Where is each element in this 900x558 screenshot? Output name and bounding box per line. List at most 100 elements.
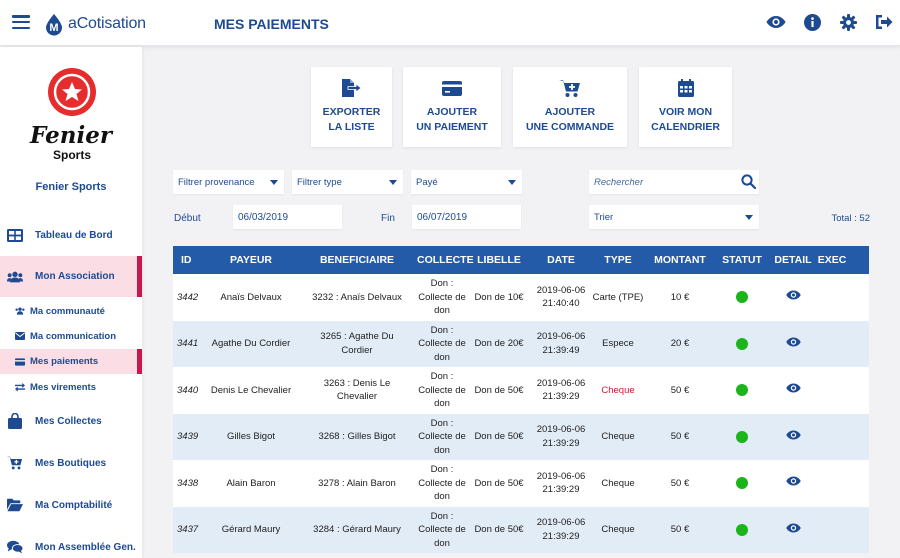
nav-mes-paiements[interactable]: Mes paiements [0,349,142,374]
cell-montant: 50 € [670,524,690,535]
eye-icon[interactable] [785,383,801,398]
cell-statut [715,337,769,350]
search-box [589,170,759,194]
app-logo[interactable]: M aCotisation [42,12,146,36]
table-row[interactable]: 3442 Anaïs Delvaux 3232 : Anaïs Delvaux … [173,274,869,321]
column-header-exec[interactable]: EXEC [817,254,847,266]
table-row[interactable]: 3439 Gilles Bigot 3268 : Gilles Bigot Do… [173,413,869,460]
cell-beneficiaire: 3284 : Gérard Maury [313,524,401,535]
nav-mes-collectes[interactable]: Mes Collectes [0,407,142,435]
nav-label: Mon Assemblée Gen. [35,541,136,553]
nav-label: Mes Collectes [35,415,102,427]
envelope-icon [15,332,25,340]
status-paid-dot [736,523,748,536]
cell-type: Carte (TPE) [592,291,644,303]
eye-icon[interactable] [785,476,801,491]
column-header-detail[interactable]: DETAIL [769,254,817,266]
cell-type: Cheque [601,384,635,396]
cell-libelle: Don de 10€ [474,291,524,303]
cell-type: Espece [602,338,634,349]
status-paid-dot [736,384,748,397]
table-row[interactable]: 3440 Denis Le Chevalier 3263 : Denis Le C… [173,367,869,414]
nav-tableau-de-bord[interactable]: Tableau de Bord [0,221,142,249]
app-logo-text: aCotisation [68,15,146,32]
select-value: Filtrer type [297,176,342,188]
gear-icon[interactable] [838,12,858,32]
logout-icon[interactable] [874,12,894,32]
cell-libelle: Don de 50€ [474,477,524,489]
nav-mes-virements[interactable]: Mes virements [0,377,142,397]
cell-libelle: Don de 20€ [474,338,524,349]
cell-date: 2019-06-06 21:39:29 [536,470,586,496]
search-icon[interactable] [741,174,757,192]
nav-ma-communication[interactable]: Ma communication [0,326,142,346]
cell-libelle: Don de 50€ [474,384,524,396]
nav-label: Ma Comptabilité [35,499,113,511]
table-row[interactable]: 3441 Agathe Du Cordier 3265 : Agathe Du C… [173,320,869,367]
nav-ma-communaute[interactable]: Ma communauté [0,301,142,321]
credit-card-icon [442,79,462,97]
table-row[interactable]: 3437 Gérard Maury 3284 : Gérard Maury Do… [173,506,869,553]
column-header-montant[interactable]: MONTANT [645,254,715,266]
cell-date: 2019-06-06 21:39:29 [536,424,586,449]
cell-montant: 50 € [670,431,690,442]
cell-id: 3438 [177,477,199,489]
cell-montant: 50 € [670,477,690,489]
column-header-statut[interactable]: STATUT [715,254,769,266]
start-date-field[interactable]: 06/03/2019 [233,205,342,229]
column-header-beneficiaire[interactable]: BENEFICIAIRE [297,254,417,266]
sidebar: Fenier Sports Fenier Sports Tableau de B… [0,47,142,558]
view-calendar-button[interactable]: VOIR MON CALENDRIER [639,67,732,147]
cell-beneficiaire: 3263 : Denis Le Chevalier [323,377,391,403]
caret-down-icon [389,180,397,185]
cell-statut [715,523,769,536]
cell-collecte: Don : Collecte de don [418,510,466,549]
column-header-payeur[interactable]: PAYEUR [205,254,297,266]
sort-select[interactable]: Trier [589,205,759,229]
association-logo: Fenier Sports [26,67,116,167]
cell-type: Cheque [601,524,635,535]
svg-text:M: M [49,22,58,34]
eye-icon[interactable] [785,290,801,305]
start-date-label: Début [174,213,201,224]
cell-statut [715,430,769,443]
select-value: Filtrer provenance [178,176,255,188]
eye-icon[interactable] [766,12,786,32]
column-header-libelle[interactable]: LIBELLE [467,254,531,266]
cell-detail [769,523,817,538]
cart-plus-icon [7,455,23,471]
cell-collecte: Don : Collecte de don [418,464,466,502]
cell-date: 2019-06-06 21:39:49 [536,331,586,356]
filter-status-select[interactable]: Payé [411,170,522,194]
cell-beneficiaire: 3278 : Alain Baron [318,477,396,489]
hamburger-menu-icon[interactable] [12,15,30,29]
add-payment-button[interactable]: AJOUTER UN PAIEMENT [403,67,501,147]
column-header-collecte[interactable]: COLLECTE [417,254,474,266]
nav-ma-comptabilite[interactable]: Ma Comptabilité [0,491,142,519]
table-row[interactable]: 3438 Alain Baron 3278 : Alain Baron Don … [173,460,869,507]
nav-mes-boutiques[interactable]: Mes Boutiques [0,449,142,477]
nav-mon-association[interactable]: Mon Association [0,256,142,297]
eye-icon[interactable] [785,430,801,445]
nav-label: Mes virements [30,381,97,393]
eye-icon[interactable] [785,523,801,538]
filter-provenance-select[interactable]: Filtrer provenance [173,170,284,194]
add-order-label: AJOUTER UNE COMMANDE [525,106,615,133]
cell-collecte: Don : Collecte de don [418,417,466,456]
eye-icon[interactable] [785,337,801,352]
cell-id: 3442 [177,291,199,303]
column-header-type[interactable]: TYPE [591,254,645,266]
export-list-button[interactable]: EXPORTER LA LISTE [311,67,392,147]
cell-id: 3439 [177,431,199,442]
search-input[interactable] [589,170,729,194]
column-header-id[interactable]: ID [173,254,205,266]
column-header-date[interactable]: DATE [531,254,591,266]
nav-mon-assemblee[interactable]: Mon Assemblée Gen. [0,533,142,558]
info-icon[interactable] [802,12,822,32]
filter-type-select[interactable]: Filtrer type [292,170,403,194]
svg-text:Sports: Sports [53,148,91,162]
association-name: Fenier Sports [35,181,107,193]
cell-id: 3437 [177,524,199,535]
add-order-button[interactable]: AJOUTER UNE COMMANDE [513,67,627,147]
end-date-field[interactable]: 06/07/2019 [412,205,521,229]
